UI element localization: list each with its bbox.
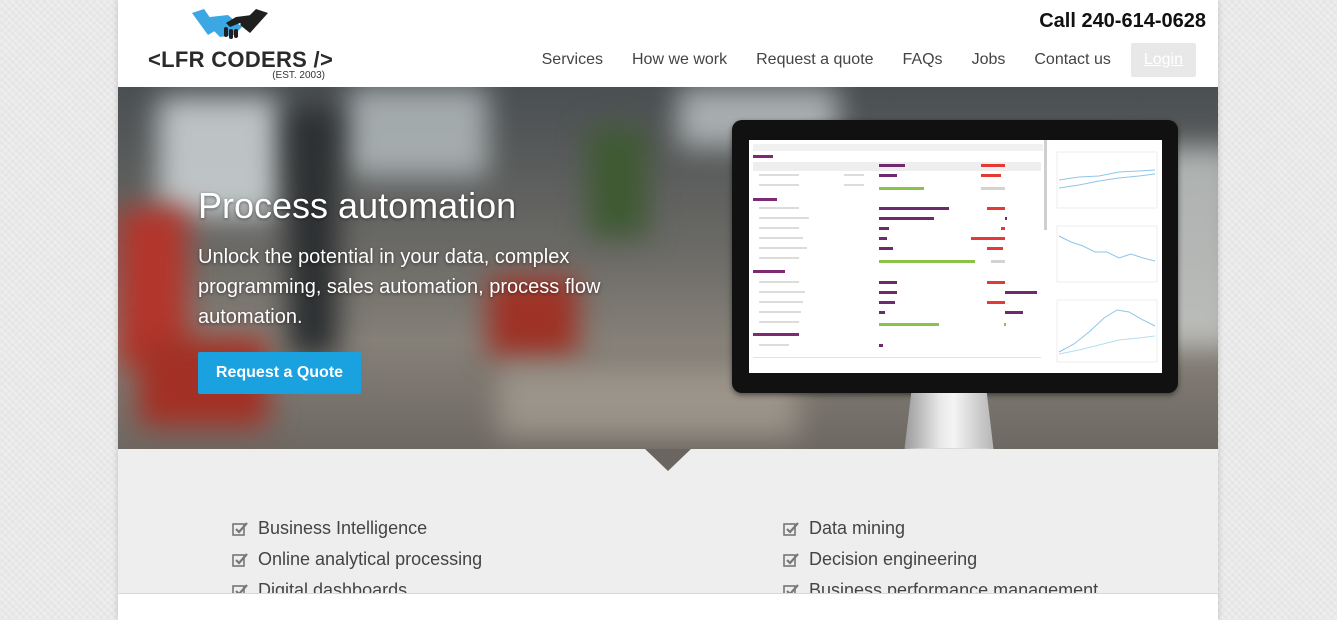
- logo[interactable]: <LFR CODERS /> (EST. 2003): [148, 7, 333, 85]
- nav-faqs[interactable]: FAQs: [903, 51, 943, 69]
- nav-request-quote[interactable]: Request a quote: [756, 51, 873, 69]
- section-notch: [645, 449, 691, 471]
- bg-plant: [588, 127, 648, 237]
- dashboard-illustration: [749, 140, 1162, 373]
- hero-banner: Process automation Unlock the potential …: [118, 87, 1218, 449]
- feature-item: Business Intelligence: [232, 513, 482, 544]
- checkbox-check-icon: [783, 552, 799, 567]
- hero-title: Process automation: [198, 185, 517, 226]
- handshake-icon: [192, 9, 268, 39]
- feature-label: Online analytical processing: [258, 549, 483, 569]
- nav-how-we-work[interactable]: How we work: [632, 51, 727, 69]
- feature-item: Decision engineering: [783, 544, 1098, 575]
- features-section: Business Intelligence Online analytical …: [118, 449, 1218, 600]
- checkbox-check-icon: [232, 521, 248, 536]
- nav-jobs[interactable]: Jobs: [972, 51, 1006, 69]
- checkbox-check-icon: [232, 552, 248, 567]
- checkbox-check-icon: [783, 521, 799, 536]
- feature-label: Business Intelligence: [258, 518, 428, 538]
- phone-number: Call 240-614-0628: [1039, 10, 1206, 32]
- bg-window-light-2: [348, 87, 488, 177]
- nav-contact[interactable]: Contact us: [1034, 51, 1110, 69]
- feature-label: Decision engineering: [809, 549, 978, 569]
- monitor: [732, 120, 1178, 393]
- feature-label: Data mining: [809, 518, 906, 538]
- request-quote-button[interactable]: Request a Quote: [198, 352, 361, 394]
- page: <LFR CODERS /> (EST. 2003) Call 240-614-…: [118, 0, 1218, 620]
- site-header: <LFR CODERS /> (EST. 2003) Call 240-614-…: [118, 0, 1218, 87]
- logo-established: (EST. 2003): [272, 70, 325, 81]
- nav-services[interactable]: Services: [542, 51, 603, 69]
- monitor-stand: [904, 393, 994, 449]
- feature-item: Data mining: [783, 513, 1098, 544]
- login-button[interactable]: Login: [1130, 43, 1196, 77]
- main-nav: Services How we work Request a quote FAQ…: [513, 43, 1196, 77]
- hero-subtitle: Unlock the potential in your data, compl…: [198, 246, 601, 328]
- feature-item: Online analytical processing: [232, 544, 482, 575]
- footer-strip: [118, 593, 1218, 620]
- dashboard-screenshot: [749, 140, 1162, 373]
